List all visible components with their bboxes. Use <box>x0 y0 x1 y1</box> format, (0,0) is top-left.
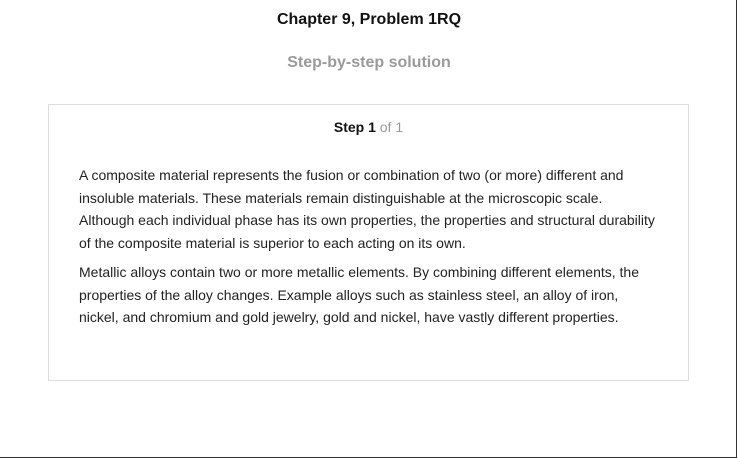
solution-content: A composite material represents the fusi… <box>79 164 659 336</box>
page-title: Chapter 9, Problem 1RQ <box>276 11 462 28</box>
step-label: Step 1 <box>333 119 376 135</box>
solution-paragraph: Metallic alloys contain two or more meta… <box>79 264 639 325</box>
step-count: of 1 <box>379 119 404 135</box>
step-header: Step 1 of 1 <box>49 119 688 135</box>
solution-card: Step 1 of 1 A composite material represe… <box>48 104 689 381</box>
solution-paragraph: A composite material represents the fusi… <box>79 167 655 251</box>
solution-subtitle: Step-by-step solution <box>287 54 451 71</box>
